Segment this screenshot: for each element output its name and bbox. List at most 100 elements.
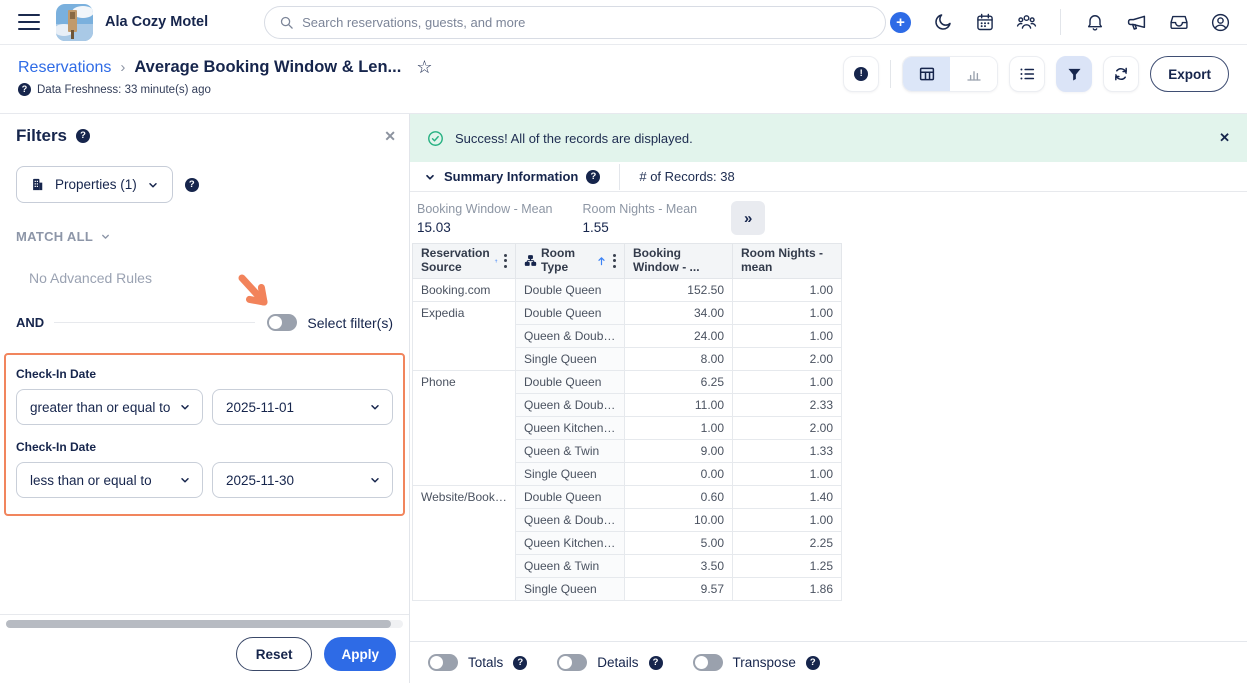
booking-window-mean-cell: 34.00 [625, 301, 733, 324]
chevron-down-icon [369, 474, 381, 486]
details-toggle[interactable] [557, 654, 587, 671]
properties-help-icon[interactable]: ? [185, 178, 199, 192]
room-type-cell: Queen Kitchenette [516, 531, 625, 554]
properties-dropdown[interactable]: Properties (1) [16, 166, 173, 203]
room-nights-mean-cell: 1.40 [733, 485, 842, 508]
table-view-button[interactable] [903, 57, 950, 91]
transpose-toggle[interactable] [693, 654, 723, 671]
calendar-icon[interactable] [974, 12, 995, 33]
add-new-icon[interactable]: + [890, 12, 911, 33]
expand-metrics-button[interactable]: » [731, 201, 765, 235]
collapse-chevron-icon[interactable] [424, 171, 436, 183]
operator-dropdown[interactable]: less than or equal to [16, 462, 203, 498]
toolbar-divider [890, 60, 891, 88]
report-toolbar: ! Export [843, 56, 1229, 92]
scrollbar-thumb[interactable] [6, 620, 391, 628]
room-nights-mean-cell: 2.33 [733, 393, 842, 416]
global-search[interactable] [264, 6, 886, 39]
banner-close-icon[interactable]: ✕ [1219, 130, 1230, 146]
field-list-button[interactable] [1009, 56, 1045, 92]
results-table-body: Booking.comDouble Queen152.501.00Expedia… [413, 278, 842, 600]
favorite-star-icon[interactable]: ☆ [416, 57, 432, 78]
success-banner: Success! All of the records are displaye… [410, 114, 1247, 162]
totals-toggle[interactable] [428, 654, 458, 671]
booking-window-mean-cell: 9.57 [625, 577, 733, 600]
export-button[interactable]: Export [1150, 56, 1229, 92]
filters-panel: Filters ? ✕ Properties (1) ? MATCH ALL N… [0, 114, 410, 683]
filters-help-icon[interactable]: ? [76, 129, 90, 143]
filter-icon [1066, 66, 1083, 83]
column-menu-icon[interactable] [502, 253, 509, 269]
col-header-room-type[interactable]: Room Type [516, 244, 625, 279]
booking-window-mean-cell: 0.00 [625, 462, 733, 485]
metric-room-nights-mean: Room Nights - Mean 1.55 [582, 202, 697, 235]
column-menu-icon[interactable] [611, 253, 618, 269]
col-header-reservation-source[interactable]: Reservation Source [413, 244, 516, 279]
breadcrumb-separator: › [120, 59, 125, 76]
groups-icon[interactable] [1016, 12, 1037, 33]
reservation-source-cell: Phone [413, 370, 516, 485]
records-count: # of Records: 38 [639, 169, 734, 184]
close-filters-icon[interactable]: ✕ [384, 128, 396, 145]
operator-value: less than or equal to [30, 473, 179, 488]
room-nights-mean-cell: 1.25 [733, 554, 842, 577]
match-all-label: MATCH ALL [16, 229, 93, 244]
room-nights-mean-cell: 1.33 [733, 439, 842, 462]
date-value-dropdown[interactable]: 2025-11-30 [212, 462, 393, 498]
page-title: Average Booking Window & Len... [134, 58, 401, 77]
totals-help-icon[interactable]: ? [513, 656, 527, 670]
search-input[interactable] [302, 15, 871, 30]
room-type-cell: Double Queen [516, 301, 625, 324]
filters-button[interactable] [1056, 56, 1092, 92]
sort-asc-icon[interactable] [596, 255, 607, 267]
report-info-button[interactable]: ! [843, 56, 879, 92]
operator-dropdown[interactable]: greater than or equal to [16, 389, 203, 425]
details-help-icon[interactable]: ? [649, 656, 663, 670]
chart-view-button[interactable] [950, 57, 997, 91]
summary-metrics: Booking Window - Mean 15.03 Room Nights … [410, 192, 1247, 243]
building-icon [30, 177, 45, 192]
chevron-down-icon [179, 401, 191, 413]
col-header-booking-window[interactable]: Booking Window - ... [625, 244, 733, 279]
booking-window-mean-cell: 10.00 [625, 508, 733, 531]
col-label: Reservation Source [421, 247, 490, 275]
room-nights-mean-cell: 1.00 [733, 462, 842, 485]
no-advanced-rules-text: No Advanced Rules [29, 270, 393, 286]
inbox-icon[interactable] [1168, 12, 1189, 33]
dark-mode-icon[interactable] [932, 12, 953, 33]
table-row: PhoneDouble Queen6.251.00 [413, 370, 842, 393]
account-icon[interactable] [1210, 12, 1231, 33]
property-logo[interactable] [56, 4, 93, 41]
breadcrumb-reservations-link[interactable]: Reservations [18, 59, 111, 77]
refresh-button[interactable] [1103, 56, 1139, 92]
view-mode-switch [902, 56, 998, 92]
date-value-dropdown[interactable]: 2025-11-01 [212, 389, 393, 425]
filters-title: Filters [16, 126, 67, 146]
col-header-room-nights[interactable]: Room Nights - mean [733, 244, 842, 279]
chart-icon [965, 65, 983, 83]
menu-icon[interactable] [18, 14, 40, 30]
transpose-toggle-group: Transpose ? [693, 654, 820, 671]
booking-window-mean-cell: 5.00 [625, 531, 733, 554]
apply-button[interactable]: Apply [324, 637, 396, 671]
notifications-icon[interactable] [1084, 12, 1105, 33]
and-divider [54, 322, 255, 323]
reset-button[interactable]: Reset [236, 637, 313, 671]
metric-label: Room Nights - Mean [582, 202, 697, 216]
booking-window-mean-cell: 6.25 [625, 370, 733, 393]
summary-help-icon[interactable]: ? [586, 170, 600, 184]
select-filters-toggle[interactable] [267, 314, 297, 331]
booking-window-mean-cell: 8.00 [625, 347, 733, 370]
announcements-icon[interactable] [1126, 12, 1147, 33]
match-all-dropdown[interactable]: MATCH ALL [16, 229, 393, 244]
property-name[interactable]: Ala Cozy Motel [105, 14, 208, 30]
highlighted-filter-group: Check-In Date greater than or equal to 2… [4, 353, 405, 516]
booking-window-mean-cell: 11.00 [625, 393, 733, 416]
sort-asc-icon[interactable] [494, 255, 498, 267]
chevron-down-icon [100, 231, 111, 242]
room-nights-mean-cell: 1.00 [733, 278, 842, 301]
horizontal-scrollbar[interactable] [6, 620, 403, 628]
transpose-help-icon[interactable]: ? [806, 656, 820, 670]
room-nights-mean-cell: 2.00 [733, 416, 842, 439]
help-icon[interactable]: ? [18, 83, 31, 96]
